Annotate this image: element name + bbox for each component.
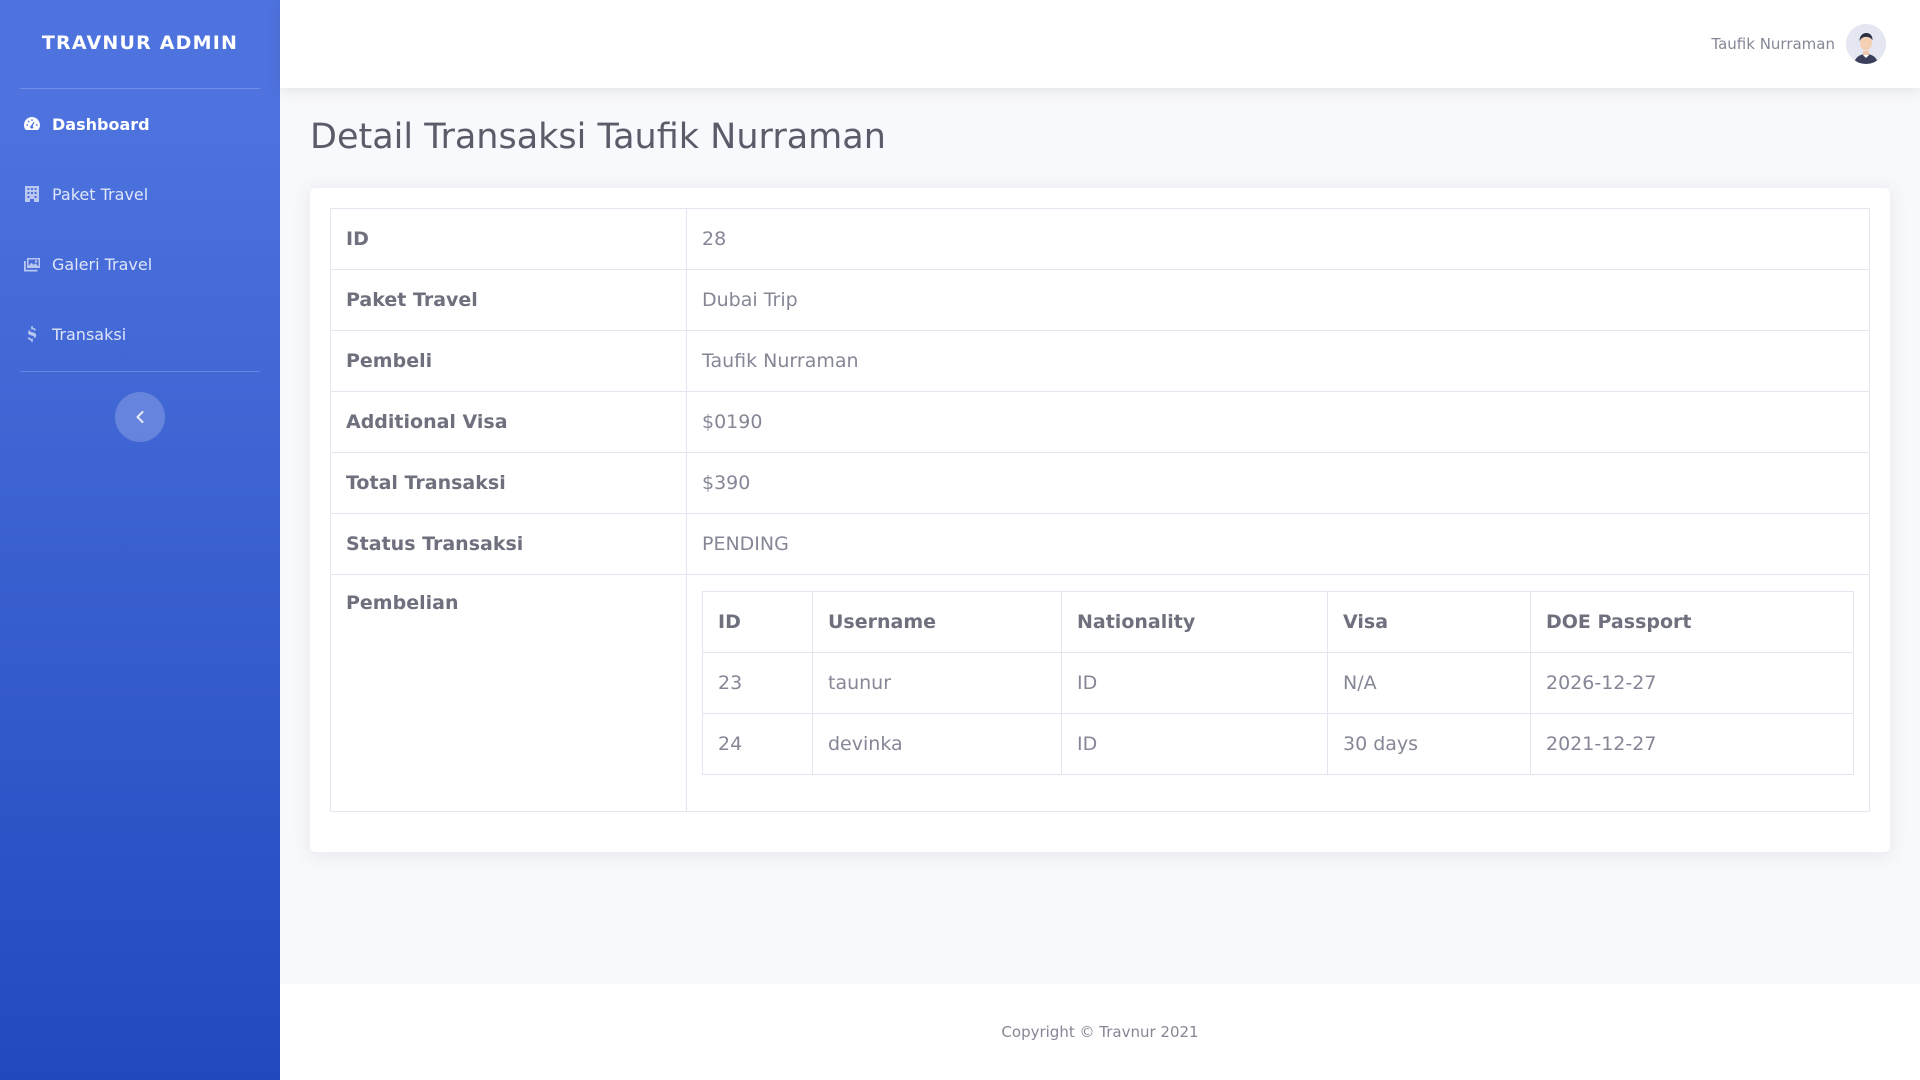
detail-row-pembeli: Pembeli Taufik Nurraman xyxy=(330,330,1870,392)
sidebar-item-label: Galeri Travel xyxy=(52,254,153,274)
purchase-header-row: ID Username Nationality Visa DOE Passpor… xyxy=(702,591,1854,653)
detail-row-pembelian: Pembelian ID Username Nationality Visa D… xyxy=(330,574,1870,812)
detail-value: $0190 xyxy=(686,391,1870,453)
page-title: Detail Transaksi Taufik Nurraman xyxy=(310,117,886,157)
footer: Copyright © Travnur 2021 xyxy=(280,984,1920,1080)
detail-value: $390 xyxy=(686,452,1870,514)
detail-label: Pembelian xyxy=(330,574,687,812)
table-cell: 24 xyxy=(702,713,813,775)
detail-label: Status Transaksi xyxy=(330,513,687,575)
detail-card: ID 28 Paket Travel Dubai Trip Pembeli Ta… xyxy=(310,188,1890,852)
column-header: Username xyxy=(812,591,1062,653)
table-cell: taunur xyxy=(812,652,1062,714)
column-header: Nationality xyxy=(1061,591,1328,653)
table-cell: 2026-12-27 xyxy=(1530,652,1854,714)
transaction-detail-table: ID 28 Paket Travel Dubai Trip Pembeli Ta… xyxy=(330,208,1870,812)
detail-label: Paket Travel xyxy=(330,269,687,331)
sidebar-toggle-button[interactable] xyxy=(115,392,165,442)
status-value: PENDING xyxy=(686,513,1870,575)
main-content: Detail Transaksi Taufik Nurraman ID 28 P… xyxy=(310,88,1890,852)
detail-value: 28 xyxy=(686,208,1870,270)
brand-logo[interactable]: TRAVNUR ADMIN xyxy=(0,0,280,86)
detail-label: Additional Visa xyxy=(330,391,687,453)
column-header: ID xyxy=(702,591,813,653)
sidebar-item-label: Transaksi xyxy=(52,324,127,344)
table-cell: ID xyxy=(1061,713,1328,775)
detail-label: ID xyxy=(330,208,687,270)
topbar: Taufik Nurraman xyxy=(280,0,1920,88)
table-cell: 30 days xyxy=(1327,713,1531,775)
copyright-text: Copyright © Travnur 2021 xyxy=(1001,1023,1199,1041)
purchase-table: ID Username Nationality Visa DOE Passpor… xyxy=(702,591,1854,775)
table-row: 24 devinka ID 30 days 2021-12-27 xyxy=(702,713,1854,775)
detail-row-id: ID 28 xyxy=(330,208,1870,270)
sidebar-item-label: Paket Travel xyxy=(52,184,149,204)
table-cell: 23 xyxy=(702,652,813,714)
dollar-icon xyxy=(21,323,43,345)
detail-label: Pembeli xyxy=(330,330,687,392)
images-icon xyxy=(21,253,43,275)
table-cell: ID xyxy=(1061,652,1328,714)
column-header: DOE Passport xyxy=(1530,591,1854,653)
sidebar-item-label: Dashboard xyxy=(52,114,150,134)
sidebar-divider xyxy=(20,371,260,372)
detail-row-total-transaksi: Total Transaksi $390 xyxy=(330,452,1870,514)
user-avatar[interactable] xyxy=(1846,24,1886,64)
sidebar-item-dashboard[interactable]: Dashboard xyxy=(0,89,280,159)
table-cell: N/A xyxy=(1327,652,1531,714)
detail-row-additional-visa: Additional Visa $0190 xyxy=(330,391,1870,453)
table-row: 23 taunur ID N/A 2026-12-27 xyxy=(702,652,1854,714)
sidebar-item-transaksi[interactable]: Transaksi xyxy=(0,299,280,369)
sidebar-item-galeri-travel[interactable]: Galeri Travel xyxy=(0,229,280,299)
detail-value: Taufik Nurraman xyxy=(686,330,1870,392)
detail-row-paket-travel: Paket Travel Dubai Trip xyxy=(330,269,1870,331)
tachometer-icon xyxy=(21,113,43,135)
sidebar-item-paket-travel[interactable]: Paket Travel xyxy=(0,159,280,229)
column-header: Visa xyxy=(1327,591,1531,653)
sidebar-toggle-wrapper xyxy=(0,392,280,442)
detail-label: Total Transaksi xyxy=(330,452,687,514)
detail-row-status-transaksi: Status Transaksi PENDING xyxy=(330,513,1870,575)
chevron-left-icon xyxy=(136,410,144,424)
detail-value: Dubai Trip xyxy=(686,269,1870,331)
building-icon xyxy=(21,183,43,205)
user-name[interactable]: Taufik Nurraman xyxy=(1711,35,1835,53)
table-cell: 2021-12-27 xyxy=(1530,713,1854,775)
purchase-cell: ID Username Nationality Visa DOE Passpor… xyxy=(686,574,1870,812)
sidebar: TRAVNUR ADMIN Dashboard Paket Travel Gal… xyxy=(0,0,280,1080)
table-cell: devinka xyxy=(812,713,1062,775)
